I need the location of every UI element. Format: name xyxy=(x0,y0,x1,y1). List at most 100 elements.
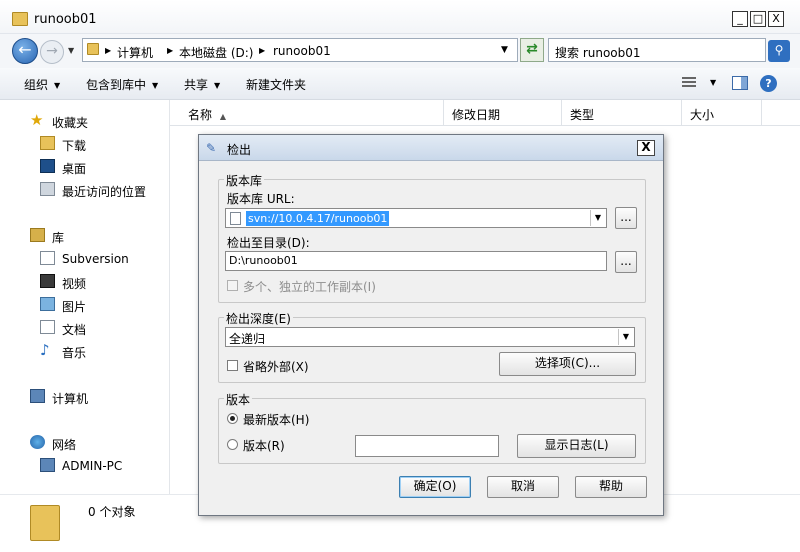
sidebar-item-downloads[interactable]: 下载 xyxy=(40,135,160,155)
desktop-icon xyxy=(40,159,55,173)
column-type[interactable]: 类型 xyxy=(562,100,682,126)
sidebar-item-videos[interactable]: 视频 xyxy=(40,273,160,293)
refresh-icon[interactable]: ⇄ xyxy=(520,38,544,62)
omit-externals-label: 省略外部(X) xyxy=(243,360,309,374)
chevron-down-icon[interactable]: ▶ xyxy=(105,46,111,55)
help-icon[interactable]: ? xyxy=(760,75,777,92)
folder-icon xyxy=(87,43,99,55)
chevron-down-icon[interactable]: ▼ xyxy=(501,45,508,55)
sidebar-item-label: 下载 xyxy=(62,139,87,153)
chevron-down-icon[interactable]: ▼ xyxy=(710,78,716,87)
item-count: 0 个对象 xyxy=(88,505,136,519)
folder-icon xyxy=(12,12,28,26)
sidebar-item-admin-pc[interactable]: ADMIN-PC xyxy=(40,457,160,477)
depth-value: 全递归 xyxy=(229,332,266,346)
network-icon xyxy=(30,435,45,449)
forward-button[interactable]: → xyxy=(40,40,64,64)
sidebar-item-network[interactable]: 网络 xyxy=(30,434,160,454)
video-icon xyxy=(40,274,55,288)
sidebar-item-label: 计算机 xyxy=(52,392,89,406)
sidebar-item-label: 桌面 xyxy=(62,162,87,176)
sidebar-item-label: 视频 xyxy=(62,277,87,291)
search-input[interactable]: 搜索 runoob01 xyxy=(548,38,766,62)
breadcrumb-computer[interactable]: 计算机 xyxy=(117,44,153,61)
back-button[interactable]: ← xyxy=(12,38,38,64)
depth-select[interactable]: 全递归 ▼ xyxy=(225,327,635,347)
sidebar-item-label: 最近访问的位置 xyxy=(62,185,147,199)
column-size[interactable]: 大小 xyxy=(682,100,762,126)
column-date-modified[interactable]: 修改日期 xyxy=(444,100,562,126)
sidebar-item-subversion[interactable]: Subversion xyxy=(40,250,160,270)
chevron-down-icon: ▼ xyxy=(152,81,159,90)
help-button[interactable]: 帮助 xyxy=(575,476,647,498)
cancel-button[interactable]: 取消 xyxy=(487,476,559,498)
star-icon: ★ xyxy=(30,111,44,129)
folder-icon xyxy=(30,505,60,541)
preview-pane-icon[interactable] xyxy=(732,76,748,90)
revision-input[interactable] xyxy=(355,435,499,457)
chevron-right-icon[interactable]: ▶ xyxy=(259,46,265,55)
library-icon xyxy=(30,228,45,242)
checkout-dir-input[interactable]: D:\runoob01 xyxy=(225,251,607,271)
address-bar[interactable]: ▶ 计算机 ▶ 本地磁盘 (D:) ▶ runoob01 ▼ xyxy=(82,38,518,62)
sidebar-item-music[interactable]: ♪ 音乐 xyxy=(40,342,160,362)
chevron-down-icon: ▼ xyxy=(214,81,221,90)
sort-ascending-icon: ▲ xyxy=(219,112,226,121)
ok-button[interactable]: 确定(O) xyxy=(399,476,471,498)
checkout-dialog: ✎ 检出 X 版本库 版本库 URL: svn://10.0.4.17/runo… xyxy=(198,134,664,516)
chevron-down-icon: ▼ xyxy=(54,81,61,90)
organize-button[interactable]: 组织 ▼ xyxy=(24,76,60,93)
sidebar-item-pictures[interactable]: 图片 xyxy=(40,296,160,316)
chevron-down-icon[interactable]: ▼ xyxy=(68,46,74,55)
repo-url-label: 版本库 URL: xyxy=(227,192,295,206)
depth-group-title: 检出深度(E) xyxy=(224,310,293,327)
sidebar-item-recent[interactable]: 最近访问的位置 xyxy=(40,181,165,201)
omit-externals-checkbox[interactable] xyxy=(227,360,238,371)
head-revision-radio[interactable] xyxy=(227,413,238,424)
view-options-icon[interactable] xyxy=(682,77,696,89)
column-name[interactable]: 名称 ▲ xyxy=(180,100,444,126)
sidebar-item-computer[interactable]: 计算机 xyxy=(30,388,160,408)
computer-icon xyxy=(30,389,45,403)
computer-icon xyxy=(40,458,55,472)
dialog-close-button[interactable]: X xyxy=(637,140,655,156)
breadcrumb-runoob01[interactable]: runoob01 xyxy=(273,44,331,58)
chevron-down-icon[interactable]: ▼ xyxy=(590,210,605,226)
sidebar-item-libraries[interactable]: 库 xyxy=(30,227,160,247)
picture-icon xyxy=(40,297,55,311)
music-note-icon: ♪ xyxy=(40,341,50,359)
window-titlebar: runoob01 _ □ X xyxy=(0,0,800,34)
sidebar-item-label: Subversion xyxy=(62,252,129,266)
maximize-button[interactable]: □ xyxy=(750,11,766,27)
command-toolbar: 组织 ▼ 包含到库中 ▼ 共享 ▼ 新建文件夹 ▼ ? xyxy=(0,68,800,100)
choose-items-button[interactable]: 选择项(C)... xyxy=(499,352,636,376)
new-folder-button[interactable]: 新建文件夹 xyxy=(246,76,306,93)
share-label: 共享 xyxy=(184,78,209,92)
sidebar-item-documents[interactable]: 文档 xyxy=(40,319,160,339)
show-log-button[interactable]: 显示日志(L) xyxy=(517,434,636,458)
tortoisesvn-icon: ✎ xyxy=(206,141,217,155)
document-icon xyxy=(40,320,55,334)
multiple-copies-checkbox[interactable] xyxy=(227,280,238,291)
minimize-button[interactable]: _ xyxy=(732,11,748,27)
navigation-bar: ← → ▼ ▶ 计算机 ▶ 本地磁盘 (D:) ▶ runoob01 ▼ ⇄ 搜… xyxy=(0,34,800,68)
browse-repo-button[interactable]: ... xyxy=(615,207,637,229)
chevron-right-icon[interactable]: ▶ xyxy=(167,46,173,55)
recent-places-icon xyxy=(40,182,55,196)
chevron-down-icon[interactable]: ▼ xyxy=(618,329,633,345)
browse-dir-button[interactable]: ... xyxy=(615,251,637,273)
share-button[interactable]: 共享 ▼ xyxy=(184,76,220,93)
dialog-title: 检出 xyxy=(227,143,252,157)
revision-radio[interactable] xyxy=(227,439,238,450)
window-close-button[interactable]: X xyxy=(768,11,784,27)
revision-group-title: 版本 xyxy=(224,391,253,408)
search-icon[interactable]: ⚲ xyxy=(768,40,790,62)
breadcrumb-local-disk[interactable]: 本地磁盘 (D:) xyxy=(179,44,253,61)
repository-group-title: 版本库 xyxy=(224,172,265,189)
sidebar-item-label: 图片 xyxy=(62,300,87,314)
include-in-library-button[interactable]: 包含到库中 ▼ xyxy=(86,76,158,93)
repo-url-combobox[interactable]: svn://10.0.4.17/runoob01 ▼ xyxy=(225,208,607,228)
sidebar-item-desktop[interactable]: 桌面 xyxy=(40,158,160,178)
sidebar-item-label: 收藏夹 xyxy=(52,116,89,130)
sidebar-item-favorites[interactable]: ★ 收藏夹 xyxy=(30,112,160,132)
